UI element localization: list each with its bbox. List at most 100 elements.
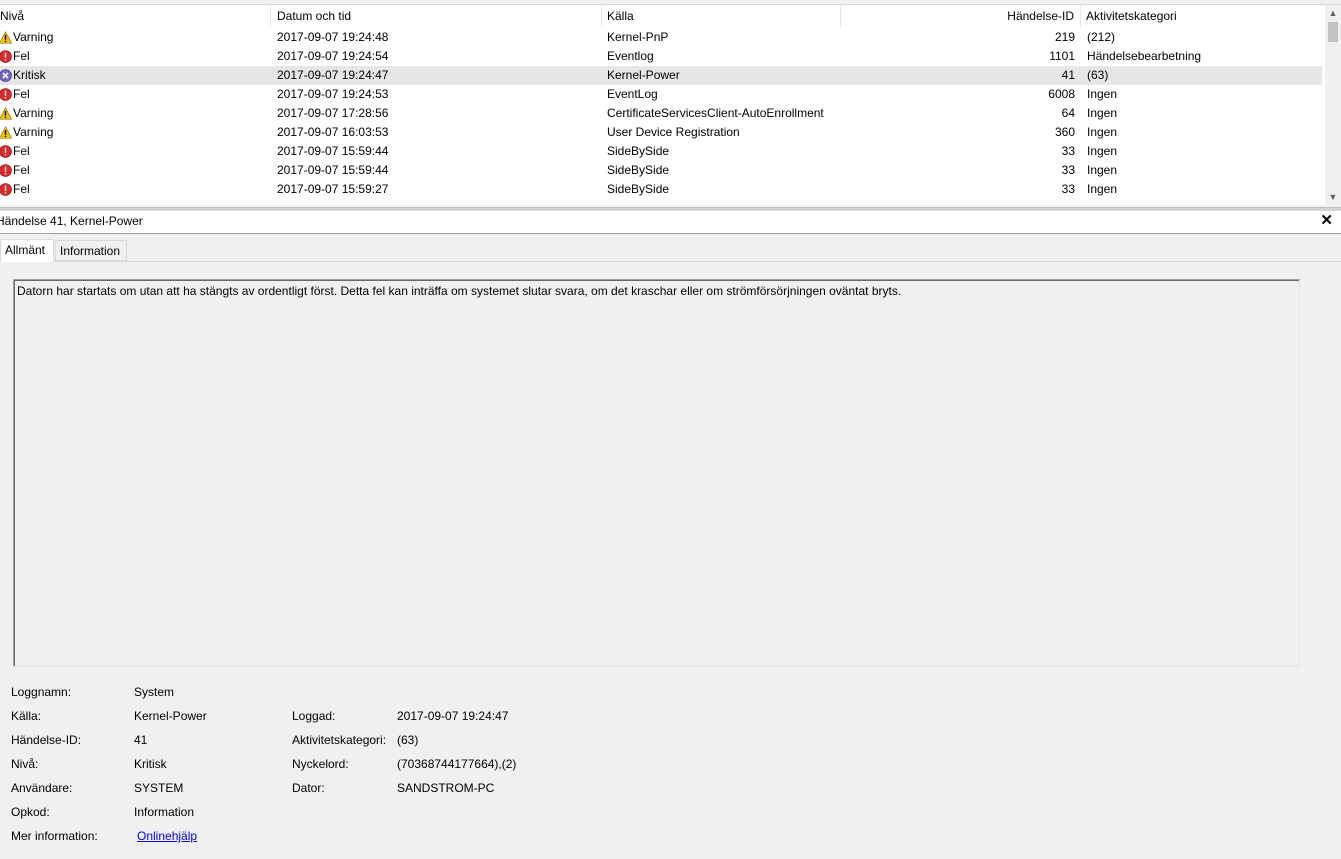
cell-category: Ingen bbox=[1087, 87, 1118, 101]
cell-level: Kritisk bbox=[13, 68, 46, 82]
cell-category: Ingen bbox=[1087, 125, 1118, 139]
table-row[interactable]: Fel 2017-09-07 15:59:44 SideBySide 33 Ingen bbox=[0, 142, 1322, 161]
value-opcode: Information bbox=[134, 805, 195, 819]
tab-general[interactable]: Allmänt bbox=[0, 239, 54, 262]
cell-event-id: 33 bbox=[1061, 144, 1075, 158]
table-row[interactable]: Fel 2017-09-07 15:59:44 SideBySide 33 Ingen bbox=[0, 161, 1322, 180]
details-header: Händelse 41, Kernel-Power ✕ bbox=[0, 211, 1341, 234]
column-header-source[interactable]: Källa bbox=[601, 5, 841, 27]
tab-information[interactable]: Information bbox=[55, 240, 127, 261]
column-header-event-id[interactable]: Händelse-ID bbox=[840, 5, 1081, 27]
cell-event-id: 33 bbox=[1061, 163, 1075, 177]
value-user: SYSTEM bbox=[134, 781, 184, 795]
scroll-down-arrow-icon[interactable]: ▼ bbox=[1325, 189, 1341, 205]
value-source: Kernel-Power bbox=[134, 709, 207, 723]
cell-datetime: 2017-09-07 19:24:53 bbox=[277, 87, 389, 101]
table-row[interactable]: Fel 2017-09-07 19:24:54 Eventlog 1101 Händel… bbox=[0, 47, 1322, 66]
cell-event-id: 6008 bbox=[1048, 87, 1075, 101]
error-icon bbox=[0, 50, 12, 63]
cell-datetime: 2017-09-07 15:59:44 bbox=[277, 163, 389, 177]
error-icon bbox=[0, 183, 12, 196]
online-help-link[interactable]: Onlinehjälp bbox=[137, 828, 197, 844]
cell-source: SideBySide bbox=[607, 182, 670, 196]
event-list[interactable]: Nivå Datum och tid Källa Händelse-ID Akt… bbox=[0, 4, 1341, 205]
cell-category: Händelsebearbetning bbox=[1087, 49, 1202, 63]
label-logged: Loggad: bbox=[292, 709, 336, 723]
value-keywords: (70368744177664),(2) bbox=[397, 757, 517, 771]
cell-level: Fel bbox=[13, 163, 30, 177]
cell-event-id: 1101 bbox=[1049, 49, 1075, 63]
close-icon[interactable]: ✕ bbox=[1320, 211, 1333, 230]
cell-event-id: 219 bbox=[1054, 30, 1075, 44]
scroll-up-arrow-icon[interactable]: ▲ bbox=[1325, 5, 1341, 21]
label-task-category: Aktivitetskategori: bbox=[292, 733, 387, 747]
cell-source: SideBySide bbox=[607, 163, 670, 177]
details-title: Händelse 41, Kernel-Power bbox=[0, 214, 143, 228]
table-row[interactable]: Kritisk 2017-09-07 19:24:47 Kernel-Power 41… bbox=[0, 66, 1322, 85]
cell-level: Fel bbox=[13, 144, 30, 158]
cell-level: Fel bbox=[13, 182, 30, 196]
table-row[interactable]: Varning 2017-09-07 19:24:48 Kernel-PnP 219 (… bbox=[0, 28, 1322, 47]
cell-source: User Device Registration bbox=[607, 125, 740, 139]
cell-datetime: 2017-09-07 19:24:54 bbox=[277, 49, 389, 63]
cell-level: Varning bbox=[13, 125, 54, 139]
column-header-level[interactable]: Nivå bbox=[0, 5, 271, 27]
cell-datetime: 2017-09-07 19:24:48 bbox=[277, 30, 389, 44]
description-box[interactable]: Datorn har startats om utan att ha stäng… bbox=[13, 279, 1300, 667]
cell-category: (212) bbox=[1087, 30, 1116, 44]
label-more-info: Mer information: bbox=[11, 829, 98, 843]
warning-icon bbox=[0, 31, 13, 44]
value-task-category: (63) bbox=[397, 733, 419, 747]
warning-icon bbox=[0, 126, 13, 139]
table-row[interactable]: Fel 2017-09-07 19:24:53 EventLog 6008 Ingen bbox=[0, 85, 1322, 104]
cell-source: Kernel-Power bbox=[607, 68, 680, 82]
cell-datetime: 2017-09-07 19:24:47 bbox=[277, 68, 389, 82]
column-header-bar: Nivå Datum och tid Källa Händelse-ID Akt… bbox=[0, 5, 1325, 27]
column-header-category[interactable]: Aktivitetskategori bbox=[1080, 5, 1325, 27]
value-event-id: 41 bbox=[134, 733, 148, 747]
table-row[interactable]: Varning 2017-09-07 17:28:56 CertificateSer… bbox=[0, 104, 1322, 123]
cell-category: Ingen bbox=[1087, 106, 1118, 120]
label-event-id: Händelse-ID: bbox=[11, 733, 82, 747]
cell-source: EventLog bbox=[607, 87, 658, 101]
cell-datetime: 2017-09-07 15:59:27 bbox=[277, 182, 389, 196]
cell-level: Fel bbox=[13, 87, 30, 101]
error-icon bbox=[0, 164, 12, 177]
value-logged: 2017-09-07 19:24:47 bbox=[397, 709, 509, 723]
scroll-thumb[interactable] bbox=[1328, 22, 1338, 42]
warning-icon bbox=[0, 107, 13, 120]
error-icon bbox=[0, 145, 12, 158]
label-log-name: Loggnamn: bbox=[11, 685, 72, 699]
cell-event-id: 41 bbox=[1061, 68, 1075, 82]
column-header-datetime[interactable]: Datum och tid bbox=[271, 5, 602, 27]
cell-datetime: 2017-09-07 16:03:53 bbox=[277, 125, 389, 139]
critical-icon bbox=[0, 69, 12, 82]
label-source: Källa: bbox=[11, 709, 42, 723]
label-computer: Dator: bbox=[292, 781, 325, 795]
cell-event-id: 360 bbox=[1054, 125, 1075, 139]
cell-source: CertificateServicesClient-AutoEnrollment bbox=[607, 106, 824, 120]
cell-category: Ingen bbox=[1087, 144, 1118, 158]
table-row[interactable]: Fel 2017-09-07 15:59:27 SideBySide 33 Ingen bbox=[0, 180, 1322, 199]
cell-level: Varning bbox=[13, 30, 54, 44]
description-text: Datorn har startats om utan att ha stäng… bbox=[17, 284, 902, 298]
table-row[interactable]: Varning 2017-09-07 16:03:53 User Device Re… bbox=[0, 123, 1322, 142]
value-log-name: System bbox=[134, 685, 175, 699]
cell-source: SideBySide bbox=[607, 144, 670, 158]
cell-datetime: 2017-09-07 17:28:56 bbox=[277, 106, 389, 120]
cell-event-id: 64 bbox=[1061, 106, 1075, 120]
list-scrollbar[interactable]: ▲ ▼ bbox=[1325, 5, 1341, 205]
value-level: Kritisk bbox=[134, 757, 167, 771]
value-computer: SANDSTROM-PC bbox=[397, 781, 495, 795]
cell-datetime: 2017-09-07 15:59:44 bbox=[277, 144, 389, 158]
label-level: Nivå: bbox=[11, 757, 39, 771]
label-user: Användare: bbox=[11, 781, 73, 795]
cell-source: Kernel-PnP bbox=[607, 30, 669, 44]
cell-event-id: 33 bbox=[1061, 182, 1075, 196]
cell-source: Eventlog bbox=[607, 49, 654, 63]
cell-level: Varning bbox=[13, 106, 54, 120]
cell-category: Ingen bbox=[1087, 182, 1118, 196]
cell-category: Ingen bbox=[1087, 163, 1118, 177]
error-icon bbox=[0, 88, 12, 101]
cell-category: (63) bbox=[1087, 68, 1109, 82]
